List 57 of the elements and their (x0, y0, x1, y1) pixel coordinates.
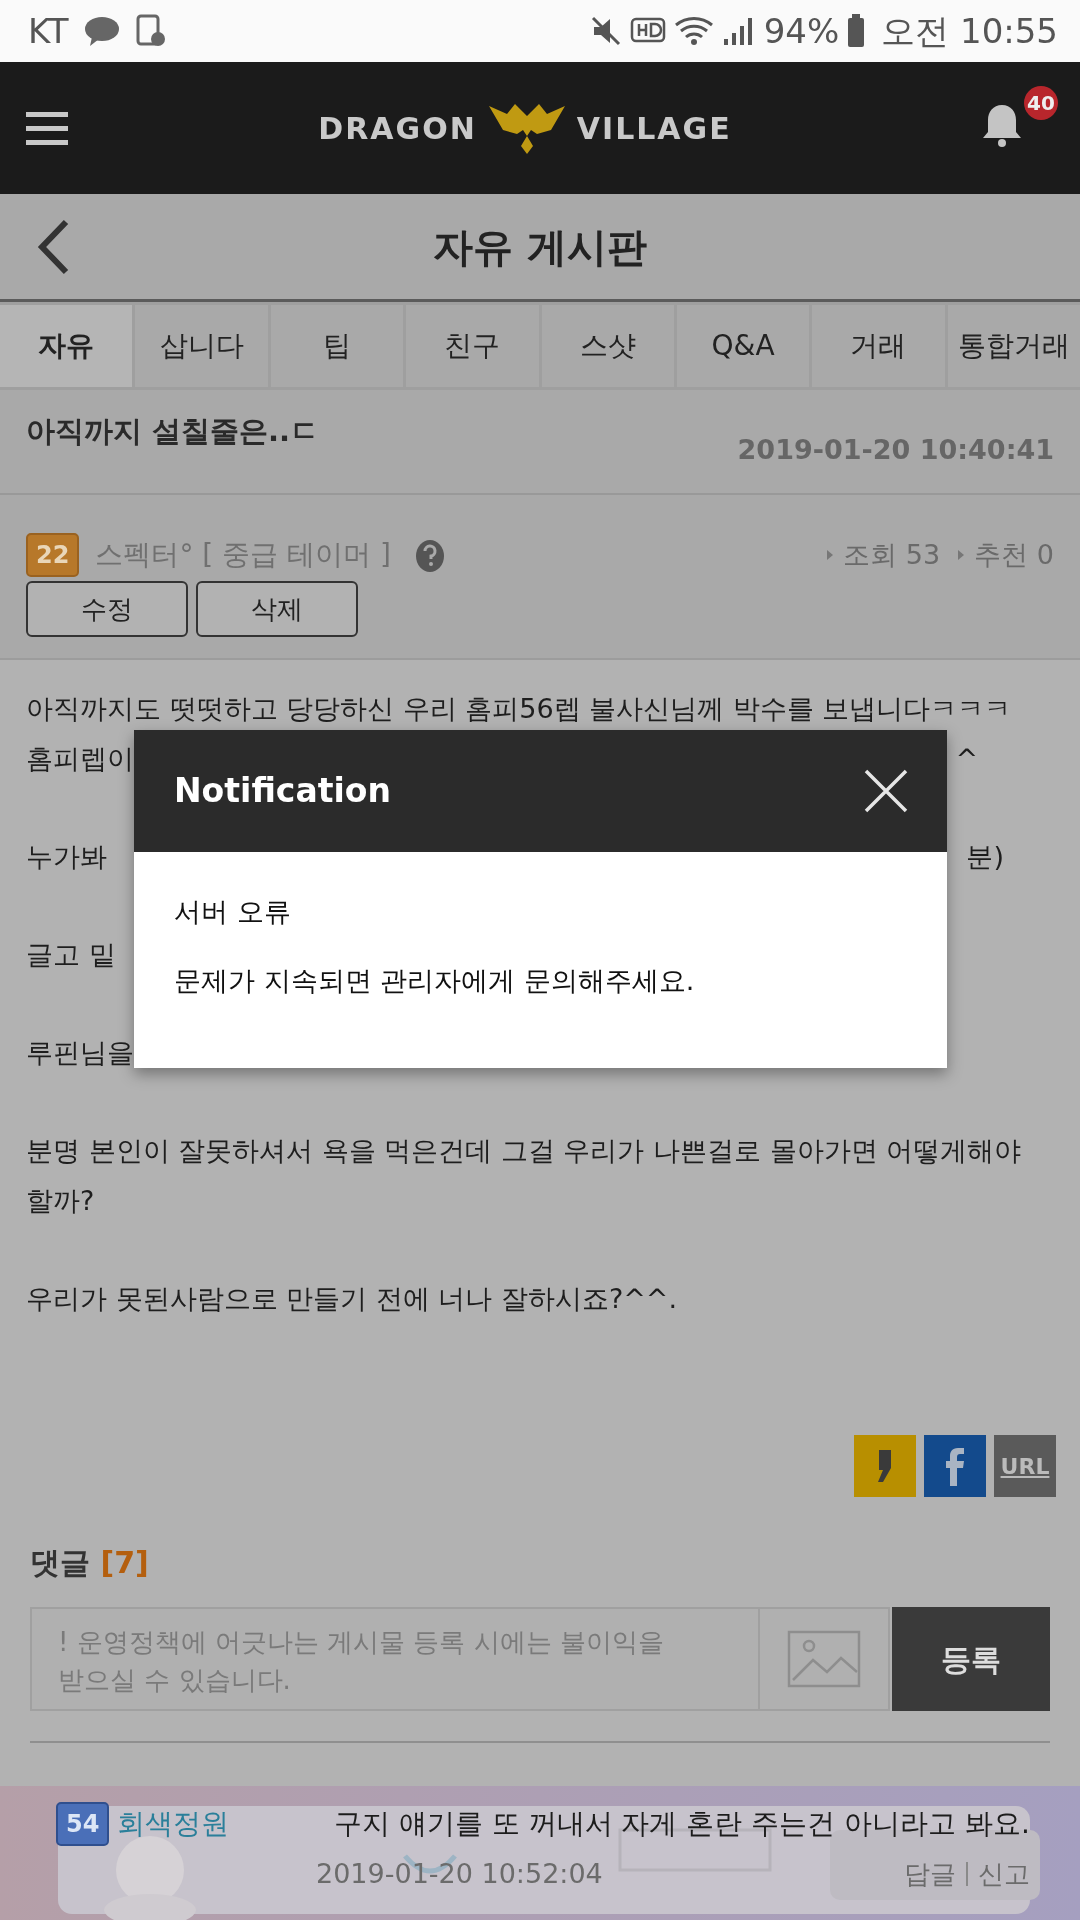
carrier-label: KT (28, 9, 69, 53)
delete-button[interactable]: 삭제 (196, 581, 358, 637)
recommend-count: 추천 0 (974, 537, 1054, 572)
level-badge: 22 (26, 533, 80, 577)
board-tab[interactable]: 삽니다 (135, 305, 268, 387)
body-text: 홈피렙이 (26, 742, 134, 776)
level-badge: 54 (56, 1802, 110, 1846)
body-text: 누가봐 (26, 840, 107, 874)
facebook-icon (943, 1446, 967, 1486)
modal-message: 서버 오류 (174, 895, 292, 929)
battery-percent: 94% (763, 9, 840, 53)
body-text: 루핀님을 (26, 1036, 134, 1070)
board-tab[interactable]: 팁 (270, 305, 404, 387)
back-button[interactable] (36, 218, 70, 275)
post-date: 2019-01-20 10:40:41 (737, 433, 1054, 467)
modal-title: Notification (174, 770, 391, 813)
mute-icon (589, 15, 622, 47)
view-count: 조회 53 (843, 537, 941, 572)
close-button[interactable] (863, 768, 909, 814)
board-tab[interactable]: 통합거래 (947, 305, 1080, 387)
body-text: 글고 밑 (26, 938, 116, 972)
help-button[interactable] (414, 538, 445, 572)
battery-icon (847, 14, 866, 48)
modal-message: 문제가 지속되면 관리자에게 문의해주세요. (174, 963, 696, 998)
help-icon (414, 538, 445, 572)
chat-bubble-icon (84, 15, 121, 47)
board-tab[interactable]: 스샷 (541, 305, 674, 387)
logo-text: DRAGON (318, 109, 477, 148)
tablet-clock-icon (136, 14, 167, 48)
facebook-share-button[interactable] (924, 1435, 986, 1497)
notification-badge: 40 (1024, 85, 1058, 120)
image-icon (787, 1630, 861, 1688)
body-text: ^ (955, 742, 979, 776)
body-text: 분) (966, 840, 1005, 874)
clock-time: 오전 10:55 (881, 9, 1058, 53)
comment-count-label: 댓글 [7] (30, 1544, 150, 1582)
author-name: 스펙터° [ 중급 테이머 ] (95, 537, 391, 573)
comment-date: 2019-01-20 10:52:04 (316, 1857, 603, 1891)
submit-button[interactable]: 등록 (892, 1607, 1050, 1711)
comment-text: 구지 얘기를 또 꺼내서 자게 혼란 주는건 아니라고 봐요. (333, 1806, 1030, 1842)
board-tab[interactable]: 자유 (0, 305, 133, 387)
comment-author: 회색정원 (117, 1806, 230, 1842)
wifi-icon (673, 15, 714, 47)
url-share-button[interactable]: URL (994, 1435, 1056, 1497)
logo-text: VILLAGE (576, 109, 732, 148)
kakao-share-button[interactable] (854, 1435, 916, 1497)
board-tab[interactable]: Q&A (676, 305, 810, 387)
close-icon (863, 768, 909, 814)
board-tab[interactable]: 거래 (812, 305, 945, 387)
board-tab[interactable]: 친구 (406, 305, 539, 387)
body-text: 아직까지도 떳떳하고 당당하신 우리 홈피56렙 불사신님께 박수를 보냅니다ㅋㅋㅋ (26, 692, 1012, 726)
edit-button[interactable]: 수정 (26, 581, 188, 637)
board-title: 자유 게시판 (433, 222, 647, 272)
body-text: 우리가 못된사람으로 만들기 전에 너나 잘하시죠?^^. (26, 1282, 678, 1316)
body-text: 할까? (26, 1184, 95, 1218)
body-text: 분명 본인이 잘못하셔서 욕을 먹은건데 그걸 우리가 나쁜걸로 몰아가면 어떻게해야 (26, 1134, 1022, 1168)
post-title: 아직까지 설칠줄은..ㄷ (26, 413, 320, 450)
